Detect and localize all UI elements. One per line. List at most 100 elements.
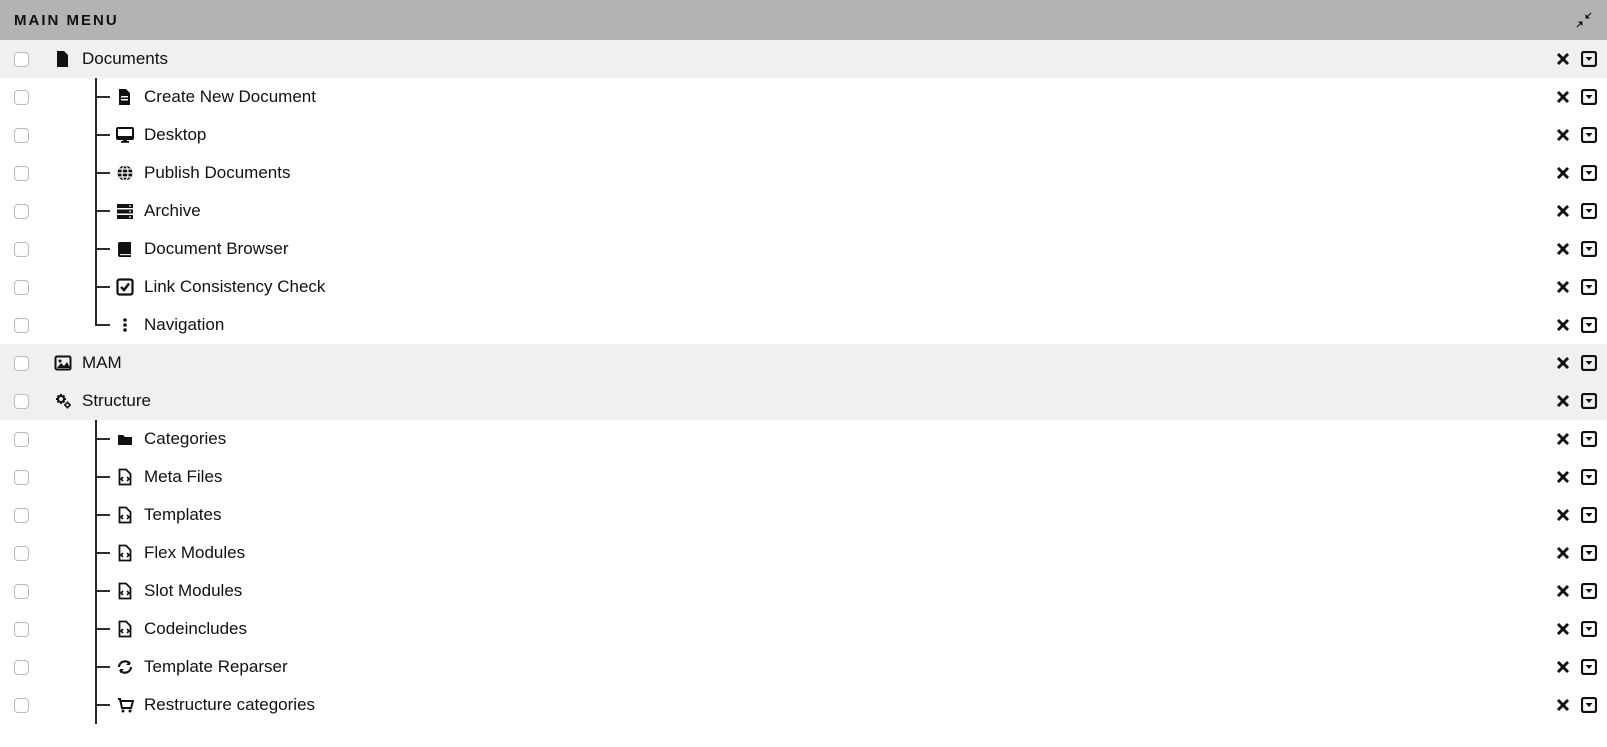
delete-icon[interactable]	[1555, 621, 1571, 637]
delete-icon[interactable]	[1555, 241, 1571, 257]
row-checkbox[interactable]	[14, 394, 29, 409]
menu-row: Flex Modules	[0, 534, 1607, 572]
row-checkbox[interactable]	[14, 432, 29, 447]
delete-icon[interactable]	[1555, 165, 1571, 181]
menu-row: Structure	[0, 382, 1607, 420]
menu-row: Codeincludes	[0, 610, 1607, 648]
row-checkbox[interactable]	[14, 318, 29, 333]
dropdown-icon[interactable]	[1581, 393, 1597, 409]
delete-icon[interactable]	[1555, 203, 1571, 219]
delete-icon[interactable]	[1555, 583, 1571, 599]
delete-icon[interactable]	[1555, 393, 1571, 409]
row-label[interactable]: MAM	[82, 353, 1555, 373]
delete-icon[interactable]	[1555, 545, 1571, 561]
row-label[interactable]: Document Browser	[144, 239, 1555, 259]
dropdown-icon[interactable]	[1581, 697, 1597, 713]
file-code-icon	[114, 582, 136, 600]
menu-row: Document Browser	[0, 230, 1607, 268]
row-label[interactable]: Link Consistency Check	[144, 277, 1555, 297]
delete-icon[interactable]	[1555, 469, 1571, 485]
row-label[interactable]: Categories	[144, 429, 1555, 449]
row-label[interactable]: Documents	[82, 49, 1555, 69]
dropdown-icon[interactable]	[1581, 241, 1597, 257]
collapse-icon[interactable]	[1575, 11, 1593, 29]
row-checkbox[interactable]	[14, 90, 29, 105]
dropdown-icon[interactable]	[1581, 51, 1597, 67]
row-checkbox[interactable]	[14, 660, 29, 675]
delete-icon[interactable]	[1555, 317, 1571, 333]
row-label[interactable]: Restructure categories	[144, 695, 1555, 715]
delete-icon[interactable]	[1555, 51, 1571, 67]
row-label[interactable]: Structure	[82, 391, 1555, 411]
menu-row: Categories	[0, 420, 1607, 458]
delete-icon[interactable]	[1555, 127, 1571, 143]
dropdown-icon[interactable]	[1581, 89, 1597, 105]
dropdown-icon[interactable]	[1581, 279, 1597, 295]
row-checkbox[interactable]	[14, 698, 29, 713]
row-checkbox[interactable]	[14, 204, 29, 219]
row-checkbox[interactable]	[14, 584, 29, 599]
row-label[interactable]: Template Reparser	[144, 657, 1555, 677]
delete-icon[interactable]	[1555, 355, 1571, 371]
tree-branch-icon	[90, 230, 114, 268]
tree-branch-icon	[90, 686, 114, 724]
menu-row: Meta Files	[0, 458, 1607, 496]
row-label[interactable]: Meta Files	[144, 467, 1555, 487]
row-checkbox[interactable]	[14, 128, 29, 143]
menu-row: Publish Documents	[0, 154, 1607, 192]
dropdown-icon[interactable]	[1581, 545, 1597, 561]
row-label[interactable]: Slot Modules	[144, 581, 1555, 601]
dropdown-icon[interactable]	[1581, 165, 1597, 181]
dropdown-icon[interactable]	[1581, 203, 1597, 219]
row-checkbox[interactable]	[14, 52, 29, 67]
file-code-icon	[114, 544, 136, 562]
menu-row: Archive	[0, 192, 1607, 230]
row-label[interactable]: Desktop	[144, 125, 1555, 145]
folder-icon	[114, 430, 136, 448]
row-label[interactable]: Create New Document	[144, 87, 1555, 107]
row-checkbox[interactable]	[14, 166, 29, 181]
dropdown-icon[interactable]	[1581, 469, 1597, 485]
delete-icon[interactable]	[1555, 697, 1571, 713]
row-label[interactable]: Navigation	[144, 315, 1555, 335]
menu-row: Navigation	[0, 306, 1607, 344]
row-label[interactable]: Archive	[144, 201, 1555, 221]
dropdown-icon[interactable]	[1581, 127, 1597, 143]
desktop-icon	[114, 126, 136, 144]
menu-row: MAM	[0, 344, 1607, 382]
refresh-icon	[114, 658, 136, 676]
file-lines-icon	[114, 88, 136, 106]
row-checkbox[interactable]	[14, 470, 29, 485]
row-checkbox[interactable]	[14, 280, 29, 295]
dropdown-icon[interactable]	[1581, 355, 1597, 371]
delete-icon[interactable]	[1555, 89, 1571, 105]
row-checkbox[interactable]	[14, 546, 29, 561]
tree-branch-icon	[90, 496, 114, 534]
row-label[interactable]: Publish Documents	[144, 163, 1555, 183]
delete-icon[interactable]	[1555, 279, 1571, 295]
delete-icon[interactable]	[1555, 507, 1571, 523]
row-checkbox[interactable]	[14, 622, 29, 637]
dropdown-icon[interactable]	[1581, 317, 1597, 333]
tree-branch-icon	[90, 420, 114, 458]
delete-icon[interactable]	[1555, 659, 1571, 675]
menu-row: Restructure categories	[0, 686, 1607, 724]
delete-icon[interactable]	[1555, 431, 1571, 447]
tree-branch-icon	[90, 610, 114, 648]
tree-branch-icon	[90, 192, 114, 230]
row-checkbox[interactable]	[14, 508, 29, 523]
tree-branch-icon	[90, 648, 114, 686]
menu-row: Desktop	[0, 116, 1607, 154]
file-code-icon	[114, 620, 136, 638]
row-checkbox[interactable]	[14, 242, 29, 257]
row-checkbox[interactable]	[14, 356, 29, 371]
row-label[interactable]: Codeincludes	[144, 619, 1555, 639]
row-label[interactable]: Flex Modules	[144, 543, 1555, 563]
dropdown-icon[interactable]	[1581, 621, 1597, 637]
dropdown-icon[interactable]	[1581, 659, 1597, 675]
row-label[interactable]: Templates	[144, 505, 1555, 525]
menu-row: Create New Document	[0, 78, 1607, 116]
dropdown-icon[interactable]	[1581, 583, 1597, 599]
dropdown-icon[interactable]	[1581, 431, 1597, 447]
dropdown-icon[interactable]	[1581, 507, 1597, 523]
